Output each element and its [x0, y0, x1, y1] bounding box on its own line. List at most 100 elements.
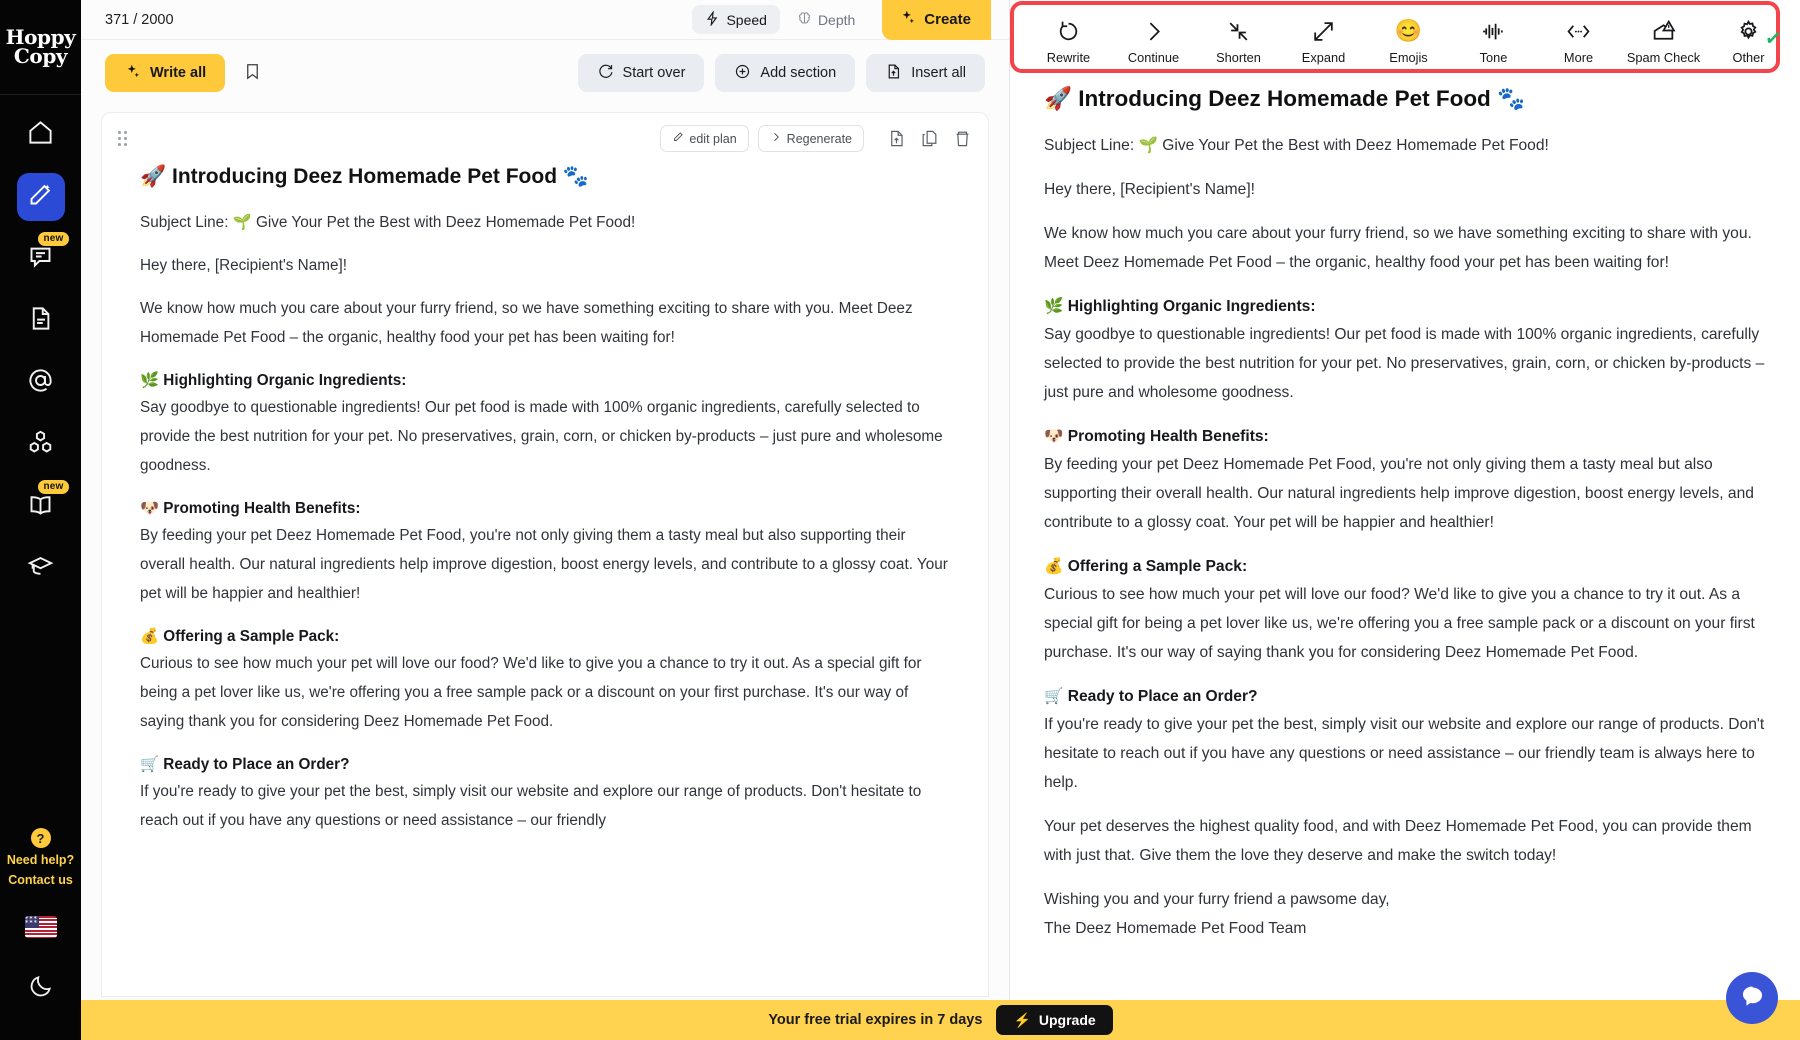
- gear-icon: [1736, 18, 1761, 44]
- regenerate-button[interactable]: Regenerate: [758, 125, 864, 152]
- document-icon: [27, 305, 54, 337]
- file-insert-icon: [885, 63, 902, 84]
- document-body[interactable]: 🚀 Introducing Deez Homemade Pet Food 🐾 S…: [102, 156, 988, 835]
- start-over-label: Start over: [623, 65, 686, 81]
- mode-depth-label: Depth: [818, 12, 855, 28]
- help-contact-link[interactable]: ? Need help? Contact us: [0, 828, 81, 888]
- ai-tool-label: Shorten: [1216, 50, 1261, 65]
- sidebar-item-home[interactable]: [17, 111, 65, 159]
- document-section-heading: 🐶 Promoting Health Benefits:: [140, 494, 950, 523]
- sparkles-icon: [899, 9, 916, 30]
- trial-message: Your free trial expires in 7 days: [768, 1012, 982, 1028]
- ai-tool-label: Emojis: [1389, 50, 1427, 65]
- arrows-out-icon: [1311, 18, 1336, 44]
- moon-icon[interactable]: [28, 973, 54, 1004]
- app-logo[interactable]: Hoppy Copy: [0, 0, 81, 95]
- blocks-icon: [27, 429, 54, 461]
- email-preview[interactable]: 🚀 Introducing Deez Homemade Pet Food 🐾 S…: [1010, 73, 1800, 998]
- trash-icon[interactable]: [953, 129, 972, 148]
- add-section-button[interactable]: Add section: [715, 54, 855, 92]
- mode-switch-group: Speed Depth Create: [692, 0, 991, 40]
- regenerate-label: Regenerate: [787, 132, 852, 146]
- start-over-button[interactable]: Start over: [578, 54, 705, 92]
- pencil-icon: [672, 131, 684, 146]
- ai-tool-label: Continue: [1128, 50, 1179, 65]
- upgrade-button[interactable]: ⚡ Upgrade: [996, 1005, 1112, 1035]
- preview-section-body: Curious to see how much your pet will lo…: [1044, 580, 1766, 667]
- document-section-heading: 🌿 Highlighting Organic Ingredients:: [140, 366, 950, 395]
- create-label: Create: [924, 11, 971, 28]
- sidebar-item-magic-write[interactable]: [17, 173, 65, 221]
- document-title: 🚀 Introducing Deez Homemade Pet Food 🐾: [140, 162, 950, 192]
- ai-tool-label: Tone: [1480, 50, 1508, 65]
- insert-all-label: Insert all: [911, 65, 966, 81]
- arrows-in-icon: [1226, 18, 1251, 44]
- document-intro: We know how much you care about your fur…: [140, 294, 950, 352]
- chevron-right-icon: [1141, 18, 1166, 44]
- ai-toolbar-wrapper: Rewrite Continue Shorten: [1010, 0, 1800, 73]
- sidebar-item-library[interactable]: new: [17, 483, 65, 531]
- question-mark-icon: ?: [31, 828, 51, 848]
- editor-action-bar: Write all Start over Add: [81, 40, 1009, 106]
- sidebar-item-chat[interactable]: new: [17, 235, 65, 283]
- document-card: edit plan Regenerate: [101, 112, 989, 997]
- graduation-cap-icon: [27, 553, 54, 585]
- ai-tool-spam-check[interactable]: Spam Check: [1621, 18, 1706, 65]
- edit-plan-button[interactable]: edit plan: [660, 125, 748, 152]
- ai-tool-shorten[interactable]: Shorten: [1196, 18, 1281, 65]
- document-icon-actions: [887, 129, 972, 148]
- document-section-body: Curious to see how much your pet will lo…: [140, 649, 950, 736]
- preview-closing: Your pet deserves the highest quality fo…: [1044, 812, 1766, 870]
- preview-intro: We know how much you care about your fur…: [1044, 219, 1766, 277]
- smiley-emoji-icon: 😊: [1395, 18, 1422, 44]
- sidebar-item-email-tools[interactable]: [17, 359, 65, 407]
- ai-tool-continue[interactable]: Continue: [1111, 18, 1196, 65]
- chat-bubble-icon: [1739, 982, 1766, 1014]
- preview-pane: Rewrite Continue Shorten: [1010, 0, 1800, 1040]
- preview-section-heading: 💰 Offering a Sample Pack:: [1044, 552, 1766, 581]
- add-section-label: Add section: [760, 65, 836, 81]
- us-flag-icon[interactable]: ∗∗∗∗∗∗: [25, 916, 57, 938]
- help-label-line-2: Contact us: [8, 872, 73, 888]
- sidebar-item-academy[interactable]: [17, 545, 65, 593]
- mode-speed-label: Speed: [726, 12, 766, 28]
- document-greeting: Hey there, [Recipient's Name]!: [140, 251, 950, 280]
- mode-speed-button[interactable]: Speed: [692, 5, 779, 34]
- editor-top-bar: 371 / 2000 Speed Depth: [81, 0, 1009, 40]
- ai-tool-more[interactable]: More: [1536, 18, 1621, 65]
- preview-title: 🚀 Introducing Deez Homemade Pet Food 🐾: [1044, 83, 1766, 115]
- badge-new: new: [38, 232, 68, 246]
- document-subject-line: Subject Line: 🌱 Give Your Pet the Best w…: [140, 208, 950, 237]
- spam-inbox-icon: [1651, 18, 1676, 44]
- ai-tool-rewrite[interactable]: Rewrite: [1026, 18, 1111, 65]
- insert-all-button[interactable]: Insert all: [866, 54, 985, 92]
- ai-tool-expand[interactable]: Expand: [1281, 18, 1366, 65]
- sidebar-item-documents[interactable]: [17, 297, 65, 345]
- chevron-right-icon: [770, 131, 782, 146]
- mode-depth-button[interactable]: Depth: [784, 5, 868, 34]
- create-button[interactable]: Create: [882, 0, 991, 40]
- editor-pane: 371 / 2000 Speed Depth: [81, 0, 1010, 1040]
- home-icon: [27, 119, 54, 151]
- badge-new: new: [38, 480, 68, 494]
- bookmark-button[interactable]: [235, 56, 269, 90]
- ai-tool-tone[interactable]: Tone: [1451, 18, 1536, 65]
- sidebar-item-templates[interactable]: [17, 421, 65, 469]
- write-all-button[interactable]: Write all: [105, 54, 225, 92]
- edit-plan-label: edit plan: [689, 132, 736, 146]
- preview-section-heading: 🐶 Promoting Health Benefits:: [1044, 422, 1766, 451]
- logo-line-2: Copy: [14, 47, 67, 66]
- drag-dots-icon[interactable]: [118, 131, 127, 146]
- file-insert-icon[interactable]: [887, 129, 906, 148]
- chat-widget-button[interactable]: [1726, 972, 1778, 1024]
- sidebar-nav: new new: [17, 111, 65, 593]
- document-card-header: edit plan Regenerate: [102, 113, 988, 156]
- ai-tool-label: Expand: [1302, 50, 1345, 65]
- lightning-icon: [705, 11, 720, 29]
- copy-icon[interactable]: [920, 129, 939, 148]
- ai-tool-label: More: [1564, 50, 1593, 65]
- emoji-glyph: 😊: [1395, 19, 1422, 43]
- preview-signoff-line-2: The Deez Homemade Pet Food Team: [1044, 914, 1766, 943]
- refresh-icon: [597, 63, 614, 84]
- ai-tool-emojis[interactable]: 😊 Emojis: [1366, 18, 1451, 65]
